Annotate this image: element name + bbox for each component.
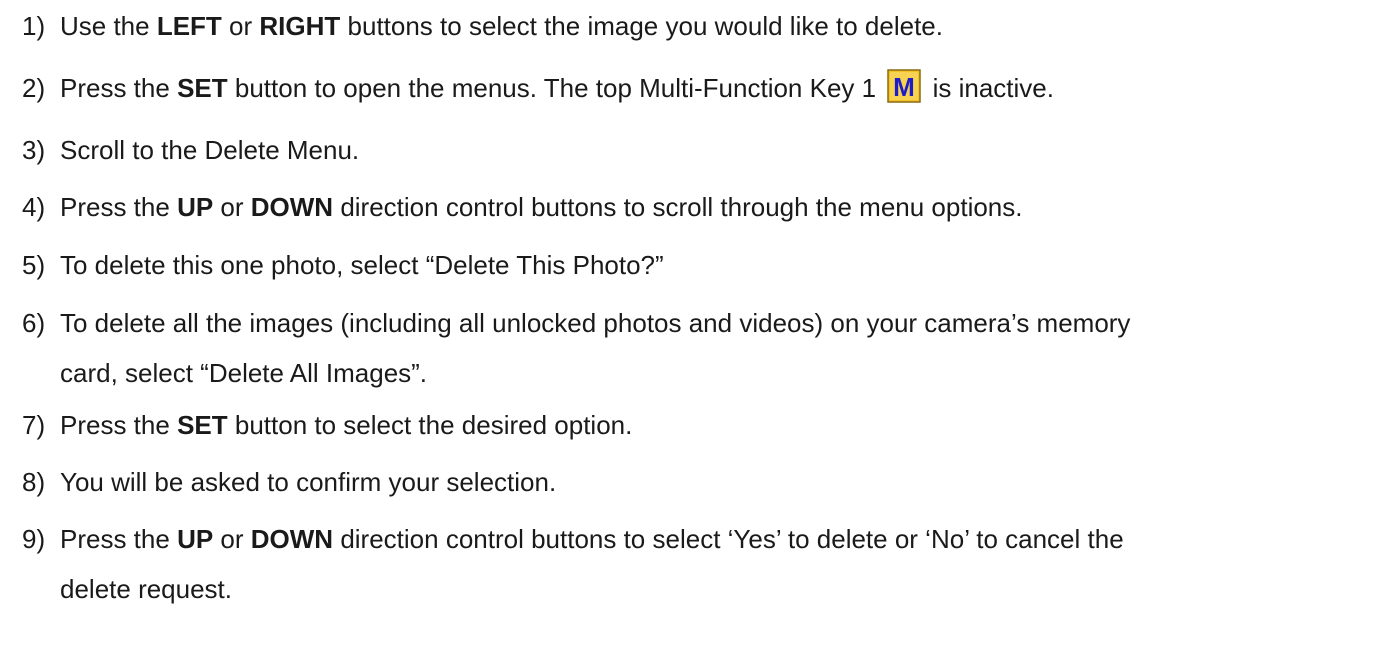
button-name-up: UP	[177, 192, 214, 222]
step-text: is inactive.	[932, 73, 1054, 103]
step-3: 3) Scroll to the Delete Menu.	[22, 128, 1382, 172]
step-text: direction control buttons to select ‘Yes…	[333, 524, 1124, 554]
step-text: or	[213, 524, 251, 554]
button-name-set: SET	[177, 73, 228, 103]
step-text: or	[213, 192, 251, 222]
step-8: 8) You will be asked to confirm your sele…	[22, 460, 1382, 504]
step-text: Press the	[60, 192, 178, 222]
step-text: Press the	[60, 524, 178, 554]
button-name-up: UP	[177, 524, 214, 554]
step-5: 5) To delete this one photo, select “Dele…	[22, 243, 1382, 287]
step-text: You will be asked to confirm your select…	[60, 467, 557, 497]
button-name-down: DOWN	[250, 524, 334, 554]
step-9: 9) Press the UP or DOWN direction control…	[22, 517, 1382, 611]
button-name-right: RIGHT	[259, 11, 341, 41]
step-text: button to open the menus. The top Multi-…	[227, 73, 877, 103]
step-number: 5)	[22, 250, 46, 280]
step-text: Press the	[60, 73, 178, 103]
instruction-list: 1) Use the LEFT or RIGHT buttons to selec…	[0, 0, 1391, 659]
step-number: 7)	[22, 410, 46, 440]
step-number: 8)	[22, 467, 46, 497]
step-text: buttons to select the image you would li…	[340, 11, 943, 41]
m-function-key-icon: M	[887, 69, 922, 103]
step-text: Scroll to the Delete Menu.	[60, 135, 360, 165]
step-number: 4)	[22, 192, 46, 222]
step-text: Press the	[60, 410, 178, 440]
step-number: 9)	[22, 524, 46, 554]
step-number: 2)	[22, 73, 46, 103]
step-text-continued: card, select “Delete All Images”.	[60, 358, 428, 388]
button-name-left: LEFT	[156, 11, 222, 41]
step-number: 1)	[22, 11, 46, 41]
step-text-continued: delete request.	[60, 574, 233, 604]
step-text: direction control buttons to scroll thro…	[333, 192, 1023, 222]
step-text: To delete all the images (including all …	[60, 308, 1131, 338]
step-1: 1) Use the LEFT or RIGHT buttons to selec…	[22, 4, 1382, 48]
step-6: 6) To delete all the images (including al…	[22, 301, 1382, 395]
button-name-set: SET	[177, 410, 228, 440]
step-text: Use the	[60, 11, 157, 41]
step-text: To delete this one photo, select “Delete…	[60, 250, 664, 280]
step-text: or	[221, 11, 260, 41]
button-name-down: DOWN	[250, 192, 334, 222]
step-number: 6)	[22, 308, 46, 338]
step-7: 7) Press the SET button to select the des…	[22, 403, 1382, 447]
step-2: 2) Press the SET button to open the menus…	[22, 66, 1382, 110]
step-text: button to select the desired option.	[227, 410, 633, 440]
step-number: 3)	[22, 135, 46, 165]
svg-text:M: M	[894, 72, 916, 102]
step-4: 4) Press the UP or DOWN direction control…	[22, 185, 1382, 229]
